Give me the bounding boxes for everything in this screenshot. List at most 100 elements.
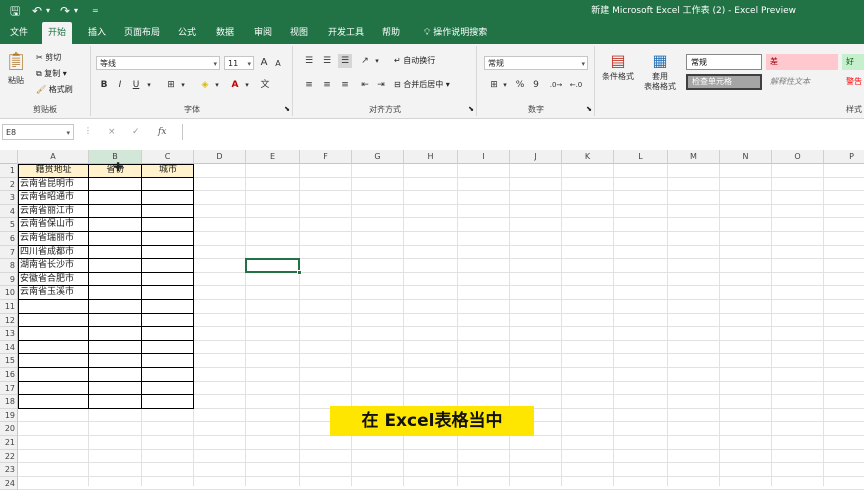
address-cell[interactable]: 云南省瑞丽市 (18, 232, 89, 246)
row-header-1[interactable]: 1 (0, 164, 18, 178)
address-cell[interactable]: 湖南省长沙市 (18, 259, 89, 273)
column-header-h[interactable]: H (404, 150, 458, 164)
chevron-down-icon[interactable]: ▾ (144, 78, 154, 92)
row-header-3[interactable]: 3 (0, 191, 18, 205)
row-header-5[interactable]: 5 (0, 218, 18, 232)
tab-developer[interactable]: 开发工具 (322, 22, 370, 44)
column-header-k[interactable]: K (562, 150, 614, 164)
merge-center-button[interactable]: ⊟ 合并后居中 ▾ (394, 79, 450, 91)
address-cell[interactable]: 云南省玉溪市 (18, 286, 89, 300)
decrease-decimal-icon[interactable]: ←.0 (568, 78, 584, 92)
style-good[interactable]: 好 (842, 54, 864, 70)
conditional-format-button[interactable]: ▤ 条件格式 (598, 50, 638, 82)
align-right-icon[interactable]: ≡ (338, 78, 352, 92)
chevron-down-icon[interactable]: ▾ (178, 78, 188, 92)
decrease-indent-icon[interactable]: ⇤ (358, 78, 372, 92)
column-header-e[interactable]: E (246, 150, 300, 164)
row-header-14[interactable]: 14 (0, 340, 18, 355)
comma-style-button[interactable]: 9 (530, 78, 542, 92)
row-header-11[interactable]: 11 (0, 300, 18, 314)
style-check-cell[interactable]: 检查单元格 (686, 74, 762, 90)
align-top-icon[interactable]: ☰ (302, 54, 316, 68)
row-header-17[interactable]: 17 (0, 381, 18, 396)
name-box[interactable]: E8 ▾ (2, 124, 74, 140)
row-header-21[interactable]: 21 (0, 436, 18, 450)
orientation-icon[interactable]: ↗ (358, 54, 372, 68)
column-header-i[interactable]: I (458, 150, 510, 164)
table-header-cell[interactable]: 籍贯地址 (18, 164, 89, 178)
chevron-down-icon[interactable]: ▾ (212, 78, 222, 92)
dialog-launcher-icon[interactable]: ⬊ (284, 103, 290, 115)
tab-insert[interactable]: 插入 (82, 22, 112, 44)
row-header-13[interactable]: 13 (0, 327, 18, 341)
chevron-down-icon[interactable]: ▾ (242, 78, 252, 92)
column-header-a[interactable]: A (18, 150, 89, 164)
column-header-n[interactable]: N (720, 150, 772, 164)
increase-indent-icon[interactable]: ⇥ (374, 78, 388, 92)
address-cell[interactable]: 安徽省合肥市 (18, 273, 89, 287)
column-header-p[interactable]: P (824, 150, 864, 164)
row-header-24[interactable]: 24 (0, 476, 18, 490)
tell-me-search[interactable]: 💡︎ 操作说明搜索 (418, 22, 493, 44)
copy-button[interactable]: ⧉ 复制 ▾ (36, 68, 67, 80)
dialog-launcher-icon[interactable]: ⬊ (468, 103, 474, 115)
row-header-18[interactable]: 18 (0, 395, 18, 409)
underline-button[interactable]: U (130, 78, 142, 92)
format-painter-button[interactable]: 🖌︎ 格式刷 (36, 84, 73, 96)
align-left-icon[interactable]: ≡ (302, 78, 316, 92)
row-header-15[interactable]: 15 (0, 354, 18, 368)
tab-help[interactable]: 帮助 (376, 22, 406, 44)
row-header-22[interactable]: 22 (0, 449, 18, 464)
address-cell[interactable]: 云南省保山市 (18, 218, 89, 232)
italic-button[interactable]: I (114, 78, 126, 92)
tab-file[interactable]: 文件 (4, 22, 34, 44)
align-middle-icon[interactable]: ☰ (320, 54, 334, 68)
enter-icon[interactable]: ✓ (132, 124, 140, 140)
chevron-down-icon[interactable]: ▾ (500, 78, 510, 92)
borders-icon[interactable]: ⊞ (164, 78, 178, 92)
selected-cell[interactable] (245, 258, 300, 273)
select-all-corner[interactable] (0, 150, 18, 164)
style-explanatory[interactable]: 解释性文本 (766, 74, 838, 90)
align-center-icon[interactable]: ≡ (320, 78, 334, 92)
chevron-down-icon[interactable]: ▾ (372, 54, 382, 68)
bold-button[interactable]: B (98, 78, 110, 92)
row-header-16[interactable]: 16 (0, 368, 18, 382)
tab-home[interactable]: 开始 (42, 22, 73, 44)
column-header-f[interactable]: F (300, 150, 352, 164)
row-header-20[interactable]: 20 (0, 422, 18, 436)
increase-decimal-icon[interactable]: .0→ (548, 78, 564, 92)
row-header-9[interactable]: 9 (0, 272, 18, 287)
column-header-g[interactable]: G (352, 150, 404, 164)
tab-review[interactable]: 审阅 (248, 22, 278, 44)
address-cell[interactable]: 云南省昭通市 (18, 191, 89, 205)
insert-function-icon[interactable]: fx (158, 124, 166, 140)
row-header-7[interactable]: 7 (0, 245, 18, 260)
format-as-table-button[interactable]: ▦ 套用 表格格式 (640, 50, 680, 92)
column-header-o[interactable]: O (772, 150, 824, 164)
style-normal[interactable]: 常规 (686, 54, 762, 70)
row-header-23[interactable]: 23 (0, 463, 18, 477)
style-bad[interactable]: 差 (766, 54, 838, 70)
align-bottom-icon[interactable]: ☰ (338, 54, 352, 68)
row-header-10[interactable]: 10 (0, 286, 18, 300)
font-size-combo[interactable]: 11 ▾ (224, 56, 254, 70)
dialog-launcher-icon[interactable]: ⬊ (586, 103, 592, 115)
tab-page-layout[interactable]: 页面布局 (118, 22, 166, 44)
column-header-d[interactable]: D (194, 150, 246, 164)
grow-font-button[interactable]: A (258, 56, 270, 70)
phonetic-icon[interactable]: 文 (258, 78, 272, 92)
cut-button[interactable]: ✂ 剪切 (36, 52, 61, 64)
paste-button[interactable]: 📋︎ 粘贴 (4, 50, 28, 90)
wrap-text-button[interactable]: ↵ 自动换行 (394, 55, 435, 67)
tab-view[interactable]: 视图 (284, 22, 314, 44)
font-name-combo[interactable]: 等线 ▾ (96, 56, 220, 70)
font-color-icon[interactable]: A (228, 78, 242, 92)
column-header-c[interactable]: C (142, 150, 194, 164)
cancel-icon[interactable]: × (108, 124, 116, 140)
column-header-j[interactable]: J (510, 150, 562, 164)
fill-color-icon[interactable]: ◈ (198, 78, 212, 92)
shrink-font-button[interactable]: A (272, 57, 284, 71)
address-cell[interactable]: 云南省昆明市 (18, 178, 89, 192)
column-header-m[interactable]: M (668, 150, 720, 164)
